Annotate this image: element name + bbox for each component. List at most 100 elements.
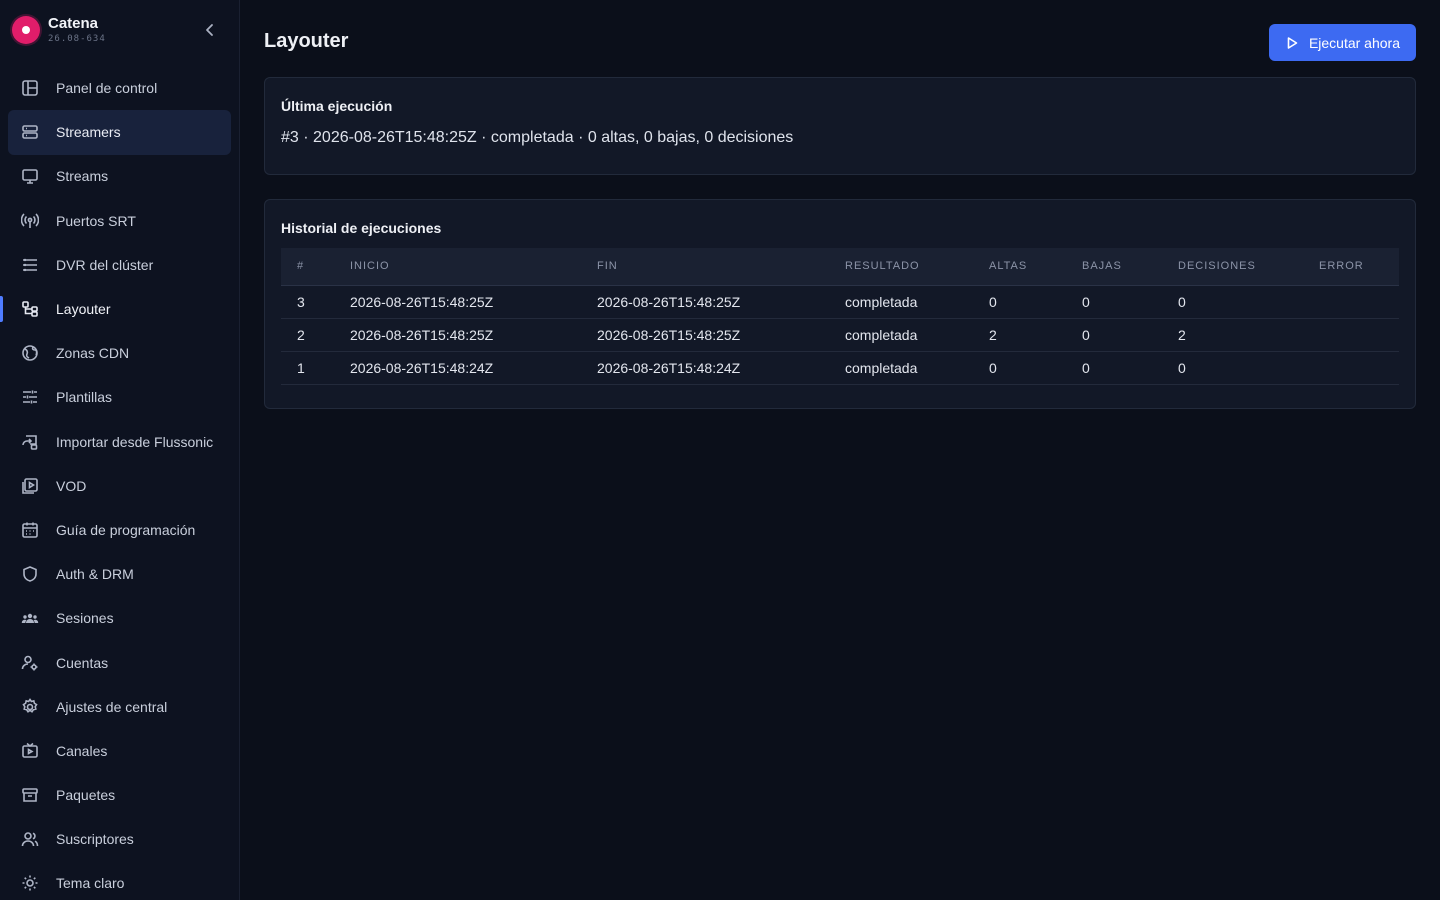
cell-error [1319, 351, 1399, 385]
cell-number: 3 [281, 285, 350, 319]
chevron-left-icon [206, 24, 213, 36]
sun-icon [20, 873, 40, 893]
sidebar-item-label: Puertos SRT [56, 212, 136, 229]
cell-error [1319, 318, 1399, 352]
sidebar-item-label: Auth & DRM [56, 566, 134, 583]
server-icon [20, 122, 40, 142]
cell-resultado: completada [845, 351, 989, 385]
sidebar-item-streamers[interactable]: Streamers [0, 110, 239, 156]
sidebar-item-streams[interactable]: Streams [0, 154, 239, 198]
brand-name: Catena [48, 15, 99, 32]
column-header-number[interactable]: # [281, 248, 350, 286]
database-icon [20, 255, 40, 275]
sidebar-item-label: Guía de programación [56, 521, 196, 538]
cell-number: 2 [281, 318, 350, 352]
sidebar-item-sesiones[interactable]: Sesiones [0, 596, 239, 640]
sidebar-item-label: Paquetes [56, 787, 116, 804]
column-header-decisiones[interactable]: DECISIONES [1178, 248, 1319, 286]
video-library-icon [20, 476, 40, 496]
brand: Catena 26.08-634 [12, 12, 232, 48]
table-row[interactable]: 1 2026-08-26T15:48:24Z 2026-08-26T15:48:… [281, 351, 1399, 385]
archive-icon [20, 785, 40, 805]
sidebar-item-zonas-cdn[interactable]: Zonas CDN [0, 331, 239, 375]
history-card: Historial de ejecuciones # INICIO FIN RE… [264, 199, 1416, 409]
column-header-fin[interactable]: FIN [597, 248, 845, 286]
sidebar-item-label: Streamers [56, 124, 121, 141]
sidebar-item-label: Importar desde Flussonic [56, 433, 214, 450]
user-settings-icon [20, 653, 40, 673]
cell-altas: 2 [989, 318, 1082, 352]
cell-fin: 2026-08-26T15:48:25Z [597, 318, 845, 352]
sidebar-item-cuentas[interactable]: Cuentas [0, 640, 239, 684]
sidebar-item-auth-drm[interactable]: Auth & DRM [0, 552, 239, 596]
column-header-inicio[interactable]: INICIO [350, 248, 597, 286]
sidebar-nav: Panel de control Streamers Streams Puert… [0, 66, 239, 900]
run-now-label: Ejecutar ahora [1308, 34, 1400, 51]
sidebar-item-tema-claro[interactable]: Tema claro [0, 861, 239, 900]
globe-icon [20, 343, 40, 363]
sidebar-item-label: Layouter [56, 301, 111, 318]
cell-bajas: 0 [1082, 318, 1178, 352]
last-run-title: Última ejecución [281, 98, 393, 114]
table-header-row: # INICIO FIN RESULTADO ALTAS BAJAS DECIS… [281, 248, 1399, 286]
sidebar-item-suscriptores[interactable]: Suscriptores [0, 817, 239, 861]
page-title: Layouter [264, 30, 349, 52]
users-group-icon [20, 608, 40, 628]
main-content: Layouter Ejecutar ahora Última ejecución… [240, 0, 1440, 900]
sidebar-item-paquetes[interactable]: Paquetes [0, 773, 239, 817]
cell-fin: 2026-08-26T15:48:24Z [597, 351, 845, 385]
cell-bajas: 0 [1082, 285, 1178, 319]
sidebar-item-vod[interactable]: VOD [0, 464, 239, 508]
cell-fin: 2026-08-26T15:48:25Z [597, 285, 845, 319]
sidebar-item-label: Zonas CDN [56, 345, 130, 362]
column-header-altas[interactable]: ALTAS [989, 248, 1082, 286]
sidebar-item-canales[interactable]: Canales [0, 729, 239, 773]
sliders-icon [20, 387, 40, 407]
brand-version: 26.08-634 [48, 34, 106, 44]
cell-inicio: 2026-08-26T15:48:24Z [350, 351, 597, 385]
cell-resultado: completada [845, 285, 989, 319]
cell-decisiones: 2 [1178, 318, 1319, 352]
layout-icon [20, 299, 40, 319]
sidebar-item-label: Panel de control [56, 80, 158, 97]
table-row[interactable]: 3 2026-08-26T15:48:25Z 2026-08-26T15:48:… [281, 285, 1399, 319]
monitor-icon [20, 166, 40, 186]
history-title: Historial de ejecuciones [281, 220, 442, 236]
column-header-resultado[interactable]: RESULTADO [845, 248, 989, 286]
cell-inicio: 2026-08-26T15:48:25Z [350, 285, 597, 319]
sidebar-item-label: Suscriptores [56, 831, 134, 848]
sidebar-item-guia-de-programacion[interactable]: Guía de programación [0, 508, 239, 552]
sidebar-item-ajustes-de-central[interactable]: Ajustes de central [0, 685, 239, 729]
column-header-bajas[interactable]: BAJAS [1082, 248, 1178, 286]
cell-decisiones: 0 [1178, 285, 1319, 319]
collapse-sidebar-button[interactable] [196, 16, 224, 44]
sidebar-item-layouter[interactable]: Layouter [0, 287, 239, 331]
table-row[interactable]: 2 2026-08-26T15:48:25Z 2026-08-26T15:48:… [281, 318, 1399, 352]
cell-decisiones: 0 [1178, 351, 1319, 385]
cell-inicio: 2026-08-26T15:48:25Z [350, 318, 597, 352]
sidebar-item-dvr-del-cluster[interactable]: DVR del clúster [0, 243, 239, 287]
last-run-card: Última ejecución #3 · 2026-08-26T15:48:2… [264, 77, 1416, 175]
sidebar-item-label: Cuentas [56, 654, 109, 671]
sidebar: Catena 26.08-634 Panel de control Stream… [0, 0, 240, 900]
sidebar-item-label: Ajustes de central [56, 698, 168, 715]
cell-resultado: completada [845, 318, 989, 352]
sidebar-item-importar-desde-flussonic[interactable]: Importar desde Flussonic [0, 420, 239, 464]
sidebar-item-plantillas[interactable]: Plantillas [0, 375, 239, 419]
shield-icon [20, 564, 40, 584]
calendar-icon [20, 520, 40, 540]
sidebar-item-label: Tema claro [56, 875, 125, 892]
antenna-icon [20, 211, 40, 231]
brand-logo-icon [12, 16, 40, 44]
column-header-error[interactable]: ERROR [1319, 248, 1399, 286]
users-icon [20, 829, 40, 849]
sidebar-item-label: VOD [56, 477, 87, 494]
history-table: # INICIO FIN RESULTADO ALTAS BAJAS DECIS… [281, 248, 1399, 385]
gear-icon [20, 697, 40, 717]
sidebar-item-label: Streams [56, 168, 109, 185]
sidebar-item-panel-de-control[interactable]: Panel de control [0, 66, 239, 110]
run-now-button[interactable]: Ejecutar ahora [1268, 24, 1416, 61]
sidebar-item-puertos-srt[interactable]: Puertos SRT [0, 199, 239, 243]
sidebar-item-label: DVR del clúster [56, 256, 154, 273]
cell-number: 1 [281, 351, 350, 385]
